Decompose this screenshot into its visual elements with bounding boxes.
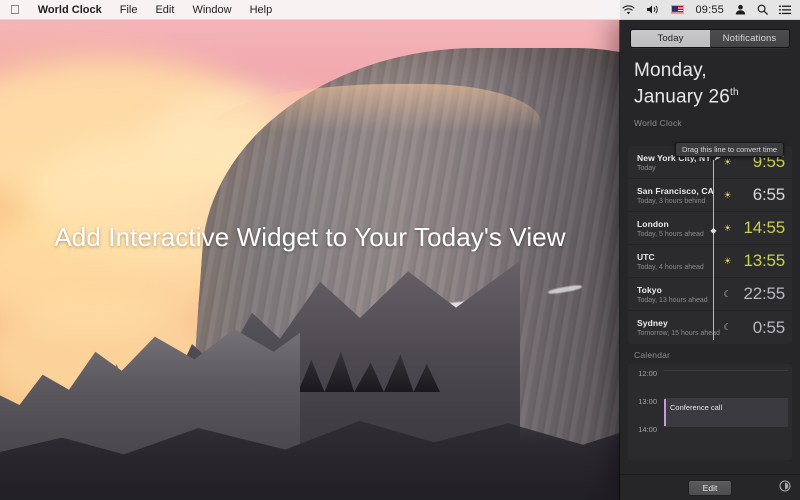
clock-city-name: UTC: [637, 251, 655, 262]
user-icon[interactable]: [735, 0, 746, 20]
world-clock-widget: Drag this line to convert time ◆ New Yor…: [628, 142, 792, 345]
tab-today[interactable]: Today: [631, 30, 710, 47]
clock-city-name-row: Sydney: [637, 318, 722, 328]
menu-bar-clock[interactable]: 09:55: [695, 0, 724, 20]
clock-city-subtitle: Today, 13 hours ahead: [637, 296, 708, 304]
table-row[interactable]: UTC Today, 4 hours ahead ☀ 13:55: [628, 245, 792, 279]
table-row[interactable]: Sydney Tomorrow, 15 hours ahead ☾ 0:55: [628, 311, 792, 344]
clock-time: 13:55: [743, 251, 785, 271]
notification-center-scroll-area[interactable]: Monday, January 26th World Clock Drag th…: [620, 48, 800, 474]
apple-logo-icon[interactable]: : [8, 0, 29, 20]
wifi-icon[interactable]: [622, 0, 636, 20]
clock-city-block: UTC Today, 4 hours ahead: [637, 252, 722, 271]
date-month-day: January 26th: [634, 86, 739, 108]
notification-center-footer: Edit: [620, 474, 800, 500]
calendar-event[interactable]: Conference call: [664, 399, 788, 427]
calendar-hour-label: 13:00: [638, 397, 657, 407]
clock-city-block: Sydney Tomorrow, 15 hours ahead: [637, 318, 722, 337]
clock-time: 0:55: [752, 317, 785, 337]
calendar-hour-divider: [664, 370, 788, 372]
do-not-disturb-icon[interactable]: [779, 479, 791, 497]
clock-city-subtitle: Today, 4 hours ahead: [637, 263, 704, 271]
clock-city-block: Tokyo Today, 13 hours ahead: [637, 285, 722, 304]
calendar-event-color-bar: [664, 399, 666, 427]
sun-icon: ☀: [723, 156, 732, 167]
calendar-widget[interactable]: 12:00 13:00 Conference call 14:00: [628, 364, 792, 461]
notification-center-tabs: Today Notifications: [630, 29, 790, 48]
moon-icon: ☾: [723, 322, 732, 333]
clock-city-name: Sydney: [637, 318, 668, 329]
search-icon[interactable]: [757, 0, 768, 20]
moon-icon: ☾: [723, 288, 732, 299]
table-row[interactable]: Tokyo Today, 13 hours ahead ☾ 22:55: [628, 278, 792, 312]
menu-bar:  World Clock File Edit Window Help: [0, 0, 800, 20]
calendar-hour-divider: [664, 426, 788, 428]
clock-time-block: ☀ 13:55: [722, 251, 785, 271]
menu-item-edit[interactable]: Edit: [146, 0, 183, 20]
clock-time-block: ☾ 22:55: [722, 284, 785, 304]
date-ordinal-suffix: th: [730, 87, 739, 98]
calendar-event-title: Conference call: [670, 403, 723, 413]
clock-time-block: ☀ 14:55: [722, 218, 785, 238]
menu-bar-status-area: 09:55: [622, 0, 800, 20]
sun-icon: ☀: [723, 222, 732, 233]
today-date-header: Monday, January 26th: [620, 48, 800, 112]
clock-city-name: Tokyo: [637, 284, 662, 295]
tab-notifications[interactable]: Notifications: [710, 30, 789, 47]
menu-bar-left:  World Clock File Edit Window Help: [0, 0, 281, 20]
clock-city-name: San Francisco, CA: [637, 185, 714, 196]
us-flag-glyph: [671, 5, 685, 14]
clock-city-block: San Francisco, CA Today, 3 hours behind: [637, 186, 722, 205]
sun-icon: ☀: [723, 255, 732, 266]
clock-city-subtitle: Today, 3 hours behind: [637, 197, 706, 205]
clock-time-block: ☾ 0:55: [722, 318, 785, 338]
calendar-hour-label: 14:00: [638, 425, 657, 435]
clock-city-subtitle: Tomorrow, 15 hours ahead: [637, 330, 720, 338]
clock-city-name: London: [637, 218, 669, 229]
world-clock-section-title: World Clock: [634, 118, 682, 129]
clock-time-block: ☀ 6:55: [722, 185, 785, 205]
calendar-hour-label: 12:00: [638, 369, 657, 379]
clock-city-name-row: Tokyo: [637, 285, 722, 295]
clock-city-subtitle: Today: [637, 164, 656, 172]
date-weekday: Monday,: [634, 60, 707, 81]
sun-icon: ☀: [723, 189, 732, 200]
volume-icon[interactable]: [646, 0, 660, 20]
notification-center-icon[interactable]: [779, 0, 791, 20]
us-flag-icon[interactable]: [671, 0, 685, 20]
calendar-hour-row: 13:00 Conference call: [628, 397, 792, 427]
clock-time: 22:55: [743, 284, 785, 304]
menu-item-file[interactable]: File: [111, 0, 147, 20]
screen: Add Interactive Widget to Your Today's V…: [0, 0, 800, 500]
calendar-section-title: Calendar: [634, 350, 671, 361]
clock-city-name-row: San Francisco, CA: [637, 186, 722, 196]
calendar-hour-row: 12:00: [628, 370, 792, 398]
table-row[interactable]: San Francisco, CA Today, 3 hours behind …: [628, 179, 792, 213]
clock-time: 14:55: [743, 218, 785, 238]
desktop-wallpaper[interactable]: Add Interactive Widget to Your Today's V…: [0, 0, 620, 500]
clock-time: 6:55: [752, 185, 785, 205]
time-convert-line[interactable]: [713, 160, 714, 341]
edit-button[interactable]: Edit: [687, 479, 733, 496]
menu-item-help[interactable]: Help: [241, 0, 282, 20]
menu-item-window[interactable]: Window: [183, 0, 240, 20]
clock-city-name-row: UTC: [637, 252, 722, 262]
notification-center-panel: Today Notifications Monday, January 26th…: [620, 20, 800, 500]
time-convert-handle[interactable]: ◆: [709, 226, 718, 235]
calendar-hour-row: 14:00: [628, 426, 792, 454]
menu-item-app-name[interactable]: World Clock: [29, 0, 111, 20]
desktop-caption-text: Add Interactive Widget to Your Today's V…: [54, 222, 566, 252]
world-clock-rows: New York City, NY ➤ Today ☀ 9:55 San Fra…: [628, 146, 792, 345]
convert-time-tooltip: Drag this line to convert time: [675, 142, 785, 158]
